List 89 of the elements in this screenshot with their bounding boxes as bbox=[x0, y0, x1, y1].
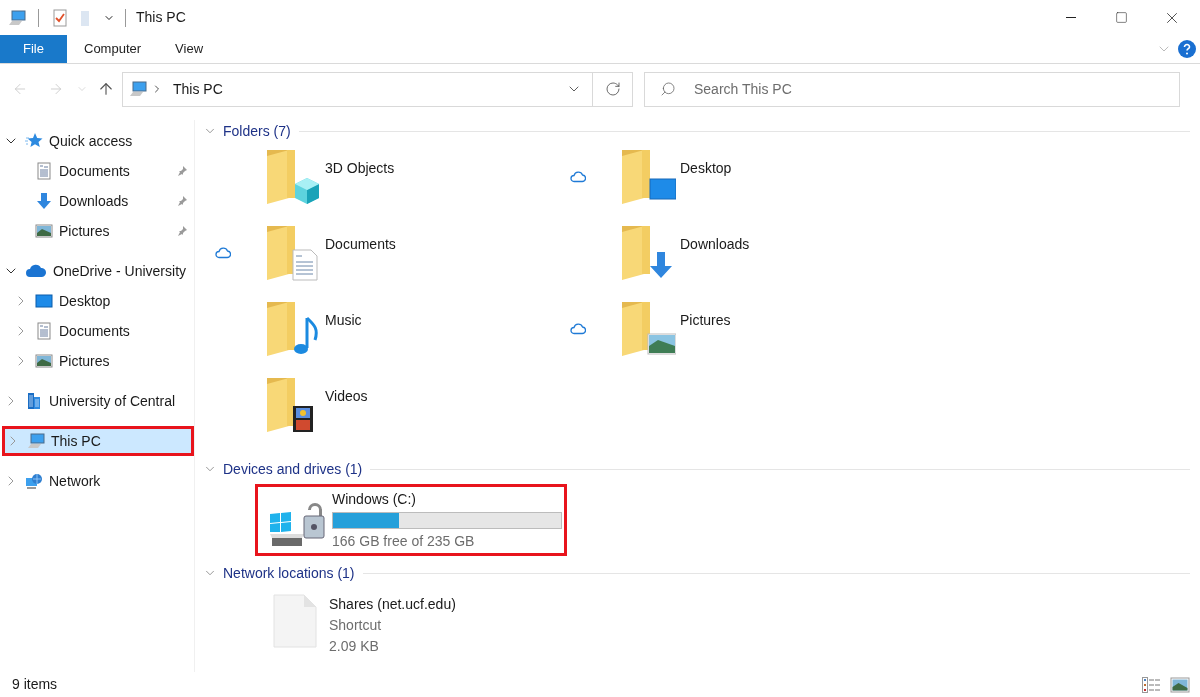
ribbon-tab[interactable]: Computer bbox=[67, 35, 159, 63]
group-header[interactable]: Folders (7) bbox=[223, 120, 291, 142]
file-icon bbox=[273, 594, 317, 648]
folder-name: 3D Objects bbox=[325, 159, 395, 178]
group-header[interactable]: Devices and drives (1) bbox=[223, 458, 363, 480]
tree-item-label: Quick access bbox=[49, 131, 133, 151]
cloud-icon bbox=[570, 171, 586, 183]
document-icon bbox=[35, 322, 53, 340]
star-icon bbox=[25, 132, 43, 150]
file-size: 2.09 KB bbox=[329, 637, 380, 656]
tree-item-label: University of Central bbox=[49, 391, 176, 411]
computer-icon bbox=[27, 432, 45, 450]
tree-item[interactable]: This PC bbox=[2, 426, 194, 456]
tree-item[interactable]: OneDrive - University bbox=[0, 256, 194, 286]
properties-icon[interactable] bbox=[51, 8, 69, 27]
address-bar[interactable]: This PC bbox=[122, 71, 593, 107]
search-field[interactable]: Search This PC bbox=[644, 71, 1180, 107]
download-arrow-icon bbox=[35, 192, 53, 210]
network-icon bbox=[25, 472, 43, 490]
tree-item-label: OneDrive - University bbox=[53, 261, 187, 281]
folder-icon bbox=[265, 300, 321, 358]
ribbon-tab[interactable]: View bbox=[158, 35, 221, 63]
folder-icon bbox=[620, 148, 676, 206]
tree-item-label: Documents bbox=[59, 161, 130, 181]
folder-item[interactable]: Documents bbox=[203, 224, 558, 300]
monitor-icon bbox=[35, 292, 53, 310]
tree-item-label: Pictures bbox=[59, 351, 110, 371]
document-icon bbox=[35, 162, 53, 180]
computer-icon bbox=[129, 80, 147, 98]
tree-item-label: This PC bbox=[51, 431, 101, 451]
tree-item-label: Pictures bbox=[59, 221, 110, 241]
folder-item[interactable]: 3D Objects bbox=[203, 148, 558, 224]
maximize-icon bbox=[1114, 11, 1128, 24]
free-space-text: 166 GB free of 235 GB bbox=[332, 531, 476, 551]
file-item[interactable]: Shares (net.ucf.edu) Shortcut 2.09 KB bbox=[273, 594, 456, 657]
tree-item[interactable]: Pictures bbox=[0, 216, 194, 246]
tree-item[interactable]: Network bbox=[0, 466, 194, 496]
drive-name: Windows (C:) bbox=[332, 489, 417, 509]
tree-item-label: Network bbox=[49, 471, 101, 491]
tree-item-label: Desktop bbox=[59, 291, 111, 311]
tree-item-label: Documents bbox=[59, 321, 130, 341]
address-path[interactable]: This PC bbox=[173, 78, 223, 100]
folder-item[interactable]: Music bbox=[203, 300, 558, 376]
cloud-icon bbox=[215, 247, 231, 259]
pin-icon[interactable] bbox=[176, 225, 188, 237]
drive-item[interactable]: Windows (C:) 166 GB free of 235 GB bbox=[255, 484, 567, 556]
tree-item[interactable]: Documents bbox=[0, 156, 194, 186]
large-icons-view-icon[interactable] bbox=[1170, 676, 1190, 693]
folder-icon bbox=[620, 300, 676, 358]
pin-icon[interactable] bbox=[176, 195, 188, 207]
cloud-icon bbox=[25, 262, 47, 280]
window-title: This PC bbox=[136, 8, 186, 27]
folder-icon bbox=[265, 224, 321, 282]
tree-item[interactable]: Downloads bbox=[0, 186, 194, 216]
picture-icon bbox=[35, 222, 53, 240]
tree-item[interactable]: University of Central bbox=[0, 386, 194, 416]
search-icon bbox=[660, 80, 676, 97]
folder-item[interactable]: Videos bbox=[203, 376, 558, 452]
building-icon bbox=[25, 392, 43, 410]
cloud-icon bbox=[570, 323, 586, 335]
folder-name: Desktop bbox=[680, 159, 732, 178]
tree-item[interactable]: Pictures bbox=[0, 346, 194, 376]
file-name: Shares (net.ucf.edu) bbox=[329, 595, 456, 614]
computer-icon bbox=[8, 8, 26, 27]
folder-item[interactable]: Downloads bbox=[558, 224, 913, 300]
folder-item[interactable]: Desktop bbox=[558, 148, 913, 224]
help-icon[interactable] bbox=[1178, 40, 1196, 58]
tree-item[interactable]: Documents bbox=[0, 316, 194, 346]
folder-name: Downloads bbox=[680, 235, 750, 254]
file-type: Shortcut bbox=[329, 616, 383, 635]
tree-item[interactable]: Quick access bbox=[0, 126, 194, 156]
pin-icon[interactable] bbox=[176, 165, 188, 177]
folder-icon bbox=[265, 148, 321, 206]
folder-name: Pictures bbox=[680, 311, 731, 330]
folder-name: Music bbox=[325, 311, 362, 330]
minimize-icon bbox=[1066, 17, 1076, 18]
folder-name: Documents bbox=[325, 235, 396, 254]
folder-name: Videos bbox=[325, 387, 368, 406]
item-count: 9 items bbox=[12, 675, 58, 694]
picture-icon bbox=[35, 352, 53, 370]
up-icon[interactable] bbox=[97, 80, 115, 98]
tree-item-label: Downloads bbox=[59, 191, 129, 211]
tree-item[interactable]: Desktop bbox=[0, 286, 194, 316]
refresh-icon bbox=[604, 81, 621, 97]
refresh-button[interactable] bbox=[593, 71, 633, 107]
file-menu-tab[interactable]: File bbox=[0, 35, 67, 63]
group-header[interactable]: Network locations (1) bbox=[223, 562, 355, 584]
details-view-icon[interactable] bbox=[1142, 676, 1162, 693]
folder-item[interactable]: Pictures bbox=[558, 300, 913, 376]
